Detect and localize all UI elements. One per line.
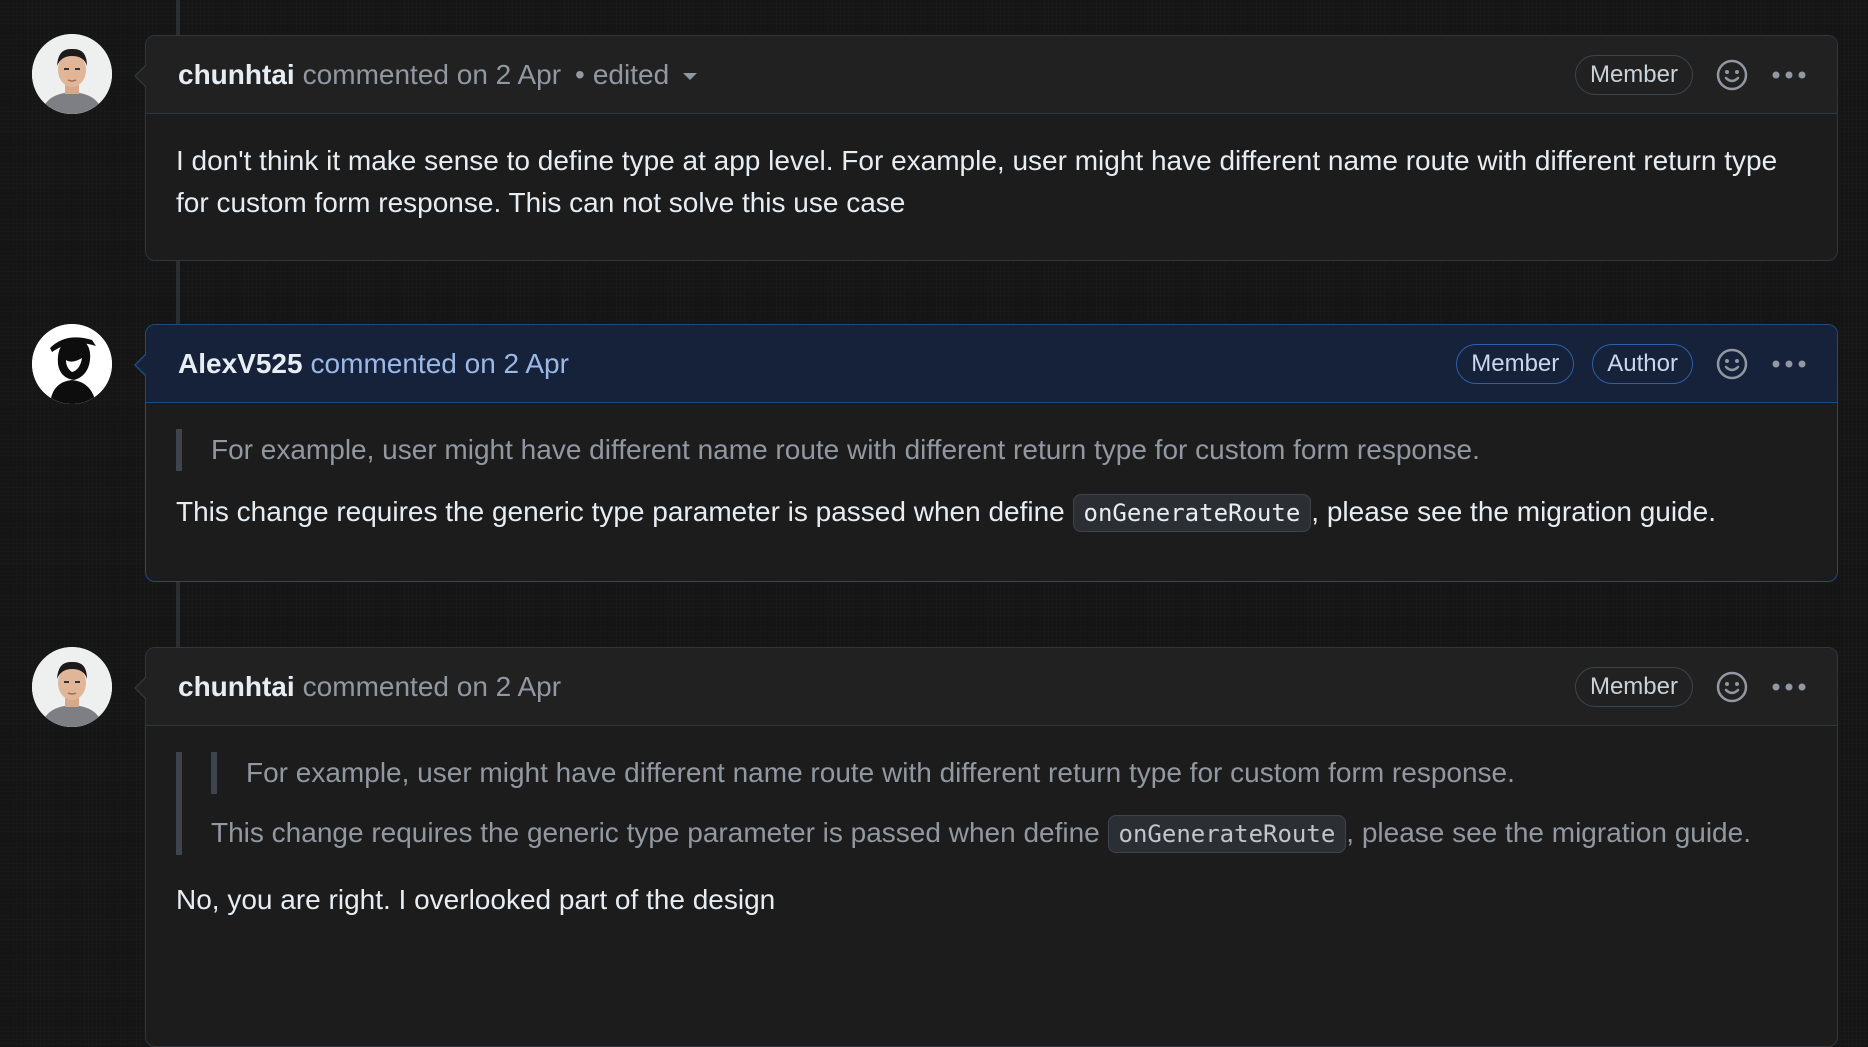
kebab-horizontal-icon[interactable] — [1771, 682, 1807, 692]
edited-label: edited — [592, 58, 670, 90]
quote-text-before-code: This change requires the generic type pa… — [211, 817, 1108, 848]
inline-code: onGenerateRoute — [1107, 815, 1347, 853]
comment-card: chunhtai commented on 2 Apr Member For e… — [134, 647, 1838, 1047]
edited-dropdown[interactable]: • edited — [567, 58, 698, 91]
comment-timestamp[interactable]: commented on 2 Apr — [303, 671, 561, 703]
kebab-horizontal-icon[interactable] — [1771, 359, 1807, 369]
author-badge: Author — [1592, 343, 1693, 384]
avatar-chunhtai[interactable] — [32, 647, 112, 727]
smiley-icon[interactable] — [1715, 58, 1749, 92]
comment-author[interactable]: chunhtai — [178, 671, 295, 703]
member-badge: Member — [1574, 54, 1693, 95]
blockquote: For example, user might have different n… — [176, 429, 1805, 471]
comment-header: chunhtai commented on 2 Apr • edited Mem… — [146, 36, 1837, 114]
comment-body: For example, user might have different n… — [146, 726, 1837, 945]
comment-card: AlexV525 commented on 2 Apr Member Autho… — [134, 324, 1838, 582]
comment-header: chunhtai commented on 2 Apr Member — [146, 648, 1837, 726]
nested-blockquote: For example, user might have different n… — [211, 752, 1805, 794]
smiley-icon[interactable] — [1715, 347, 1749, 381]
comment-header: AlexV525 commented on 2 Apr Member Autho… — [146, 325, 1837, 403]
blockquote: For example, user might have different n… — [176, 752, 1805, 855]
quote-text: For example, user might have different n… — [246, 757, 1515, 788]
quoted-text: This change requires the generic type pa… — [211, 812, 1805, 855]
comment-timestamp[interactable]: commented on 2 Apr — [311, 348, 569, 380]
comment-text: This change requires the generic type pa… — [176, 491, 1805, 534]
comment-card: chunhtai commented on 2 Apr • edited Mem… — [134, 35, 1838, 261]
comment-timestamp[interactable]: commented on 2 Apr — [303, 59, 561, 91]
comment-body: I don't think it make sense to define ty… — [146, 114, 1837, 248]
chevron-down-icon — [683, 73, 698, 80]
quote-text: For example, user might have different n… — [211, 434, 1480, 465]
kebab-horizontal-icon[interactable] — [1771, 70, 1807, 80]
inline-code: onGenerateRoute — [1072, 494, 1312, 532]
comment-author[interactable]: chunhtai — [178, 59, 295, 91]
body-text-after-code: , please see the migration guide. — [1311, 496, 1716, 527]
member-badge: Member — [1574, 666, 1693, 707]
quote-text-after-code: , please see the migration guide. — [1346, 817, 1751, 848]
member-badge: Member — [1456, 343, 1575, 384]
comment-body: For example, user might have different n… — [146, 403, 1837, 558]
avatar-chunhtai[interactable] — [32, 34, 112, 114]
comment-text: I don't think it make sense to define ty… — [176, 145, 1778, 218]
comment-author[interactable]: AlexV525 — [178, 348, 303, 380]
avatar-alexv525[interactable] — [32, 324, 112, 404]
smiley-icon[interactable] — [1715, 670, 1749, 704]
body-text-before-code: This change requires the generic type pa… — [176, 496, 1073, 527]
comment-text: No, you are right. I overlooked part of … — [176, 884, 776, 915]
separator-dot: • — [575, 58, 585, 90]
